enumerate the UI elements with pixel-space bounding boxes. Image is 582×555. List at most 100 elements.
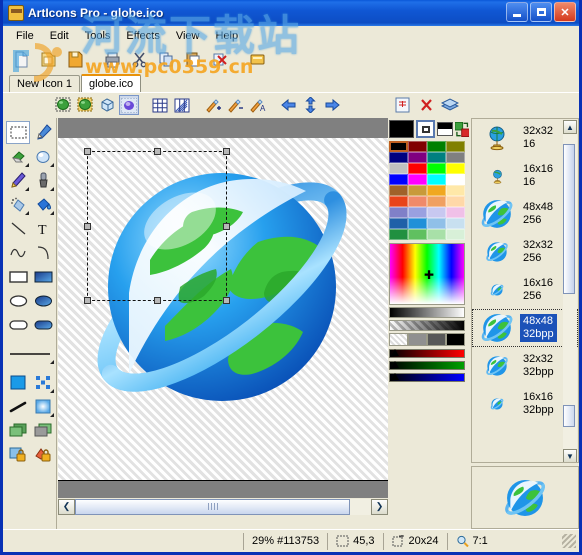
print-button[interactable] <box>100 48 124 71</box>
gradient-fill-style[interactable] <box>31 395 55 418</box>
menu-help[interactable]: Help <box>208 29 245 43</box>
menu-tools[interactable]: Tools <box>78 29 118 43</box>
scroll-right-button[interactable]: ❯ <box>371 498 388 515</box>
minimize-button[interactable] <box>506 2 528 22</box>
red-channel-slider[interactable] <box>389 349 465 358</box>
palette-swatch[interactable] <box>427 196 446 207</box>
properties-button[interactable] <box>245 48 269 71</box>
brightness-ramp[interactable] <box>389 307 465 318</box>
remove-format-button[interactable] <box>416 95 436 115</box>
scroll-left-button[interactable]: ❮ <box>58 498 75 515</box>
palette-swatch[interactable] <box>446 185 465 196</box>
foreground-color-swatch[interactable] <box>389 120 414 138</box>
alpha-chip[interactable] <box>408 333 427 346</box>
add-image-button[interactable] <box>53 95 73 115</box>
canvas-horizontal-scrollbar[interactable]: ❮ ❯ <box>58 498 388 515</box>
palette-swatch[interactable] <box>408 141 427 152</box>
rounded-rect-filled-tool[interactable] <box>31 313 55 336</box>
menu-effects[interactable]: Effects <box>119 29 166 43</box>
selection-handle-w[interactable] <box>84 223 91 230</box>
pattern-fill-style[interactable] <box>31 371 55 394</box>
airbrush-tool[interactable] <box>6 193 30 216</box>
icon-image-list[interactable]: 32x32 16 16x16 16 48x48 256 32x32 256 16… <box>471 118 579 463</box>
palette-swatch[interactable] <box>427 229 446 240</box>
blue-channel-slider[interactable] <box>389 373 465 382</box>
text-tool[interactable]: T <box>31 217 55 240</box>
palette-swatch[interactable] <box>389 207 408 218</box>
zoom-out-button[interactable] <box>225 95 245 115</box>
selection-handle-n[interactable] <box>154 148 161 155</box>
gradient-line-style[interactable] <box>6 395 30 418</box>
tab-globe-ico[interactable]: globe.ico <box>81 74 142 92</box>
palette-swatch[interactable] <box>389 141 408 152</box>
palette-swatch[interactable] <box>427 207 446 218</box>
selection-handle-e[interactable] <box>223 223 230 230</box>
swap-colors-icon[interactable] <box>454 121 469 137</box>
palette-swatch[interactable] <box>389 185 408 196</box>
hsv-color-field[interactable]: ✚ <box>389 243 465 305</box>
palette-swatch[interactable] <box>427 141 446 152</box>
menu-file[interactable]: File <box>9 29 41 43</box>
palette-swatch[interactable] <box>408 196 427 207</box>
move-left-button[interactable] <box>278 95 298 115</box>
palette-swatch[interactable] <box>427 218 446 229</box>
palette-swatch[interactable] <box>446 141 465 152</box>
palette-swatch[interactable] <box>408 207 427 218</box>
lock-alpha-button[interactable] <box>31 443 55 466</box>
brush-tool[interactable] <box>31 169 55 192</box>
slider-thumb-icon[interactable] <box>391 361 399 368</box>
rectangle-filled-tool[interactable] <box>31 265 55 288</box>
new-icon-button[interactable] <box>9 48 33 71</box>
pixel-grid-button[interactable] <box>172 95 192 115</box>
palette-swatch[interactable] <box>389 218 408 229</box>
palette-swatch[interactable] <box>427 152 446 163</box>
palette-swatch[interactable] <box>446 218 465 229</box>
save-button[interactable] <box>63 48 87 71</box>
move-vertical-button[interactable] <box>300 95 320 115</box>
ellipse-filled-tool[interactable] <box>31 289 55 312</box>
move-right-button[interactable] <box>322 95 342 115</box>
grid-button[interactable] <box>150 95 170 115</box>
palette-swatch[interactable] <box>427 174 446 185</box>
duplicate-image-button[interactable] <box>75 95 95 115</box>
icon-list-scroll-thumb-lower[interactable] <box>563 405 575 427</box>
palette-swatch[interactable] <box>389 174 408 185</box>
palette-swatch[interactable] <box>408 152 427 163</box>
palette-swatch[interactable] <box>408 163 427 174</box>
color-palette[interactable] <box>389 141 469 240</box>
transparency-button[interactable] <box>119 95 139 115</box>
palette-swatch[interactable] <box>446 152 465 163</box>
arc-tool[interactable] <box>31 241 55 264</box>
rectangle-outline-tool[interactable] <box>6 265 30 288</box>
format-button[interactable] <box>392 95 412 115</box>
paste-button[interactable] <box>181 48 205 71</box>
alpha-chip[interactable] <box>427 333 446 346</box>
palette-swatch[interactable] <box>389 196 408 207</box>
solid-fill-style[interactable] <box>6 371 30 394</box>
icon-list-scroll-track[interactable] <box>563 134 577 449</box>
background-color-swatch[interactable] <box>437 122 453 136</box>
image-3d-button[interactable] <box>97 95 117 115</box>
alpha-chip[interactable] <box>446 333 465 346</box>
curve-tool[interactable] <box>6 241 30 264</box>
auto-button[interactable]: A <box>247 95 267 115</box>
image-layer-gray[interactable] <box>31 419 55 442</box>
palette-swatch[interactable] <box>408 229 427 240</box>
resize-grip[interactable] <box>562 534 576 548</box>
icon-list-scroll-down-button[interactable]: ▼ <box>563 449 577 462</box>
select-rectangle-tool[interactable] <box>6 121 30 144</box>
icon-list-scroll-thumb[interactable] <box>563 144 575 294</box>
fill-tool[interactable] <box>31 193 55 216</box>
palette-swatch[interactable] <box>446 163 465 174</box>
color-mode-button[interactable] <box>415 120 436 138</box>
pencil-tool[interactable] <box>6 169 30 192</box>
palette-swatch[interactable] <box>389 229 408 240</box>
lock-image-button[interactable] <box>6 443 30 466</box>
palette-swatch[interactable] <box>408 185 427 196</box>
open-button[interactable] <box>36 48 60 71</box>
icon-list-scroll-up-button[interactable]: ▲ <box>563 120 577 134</box>
scroll-track[interactable] <box>75 498 371 515</box>
ellipse-outline-tool[interactable] <box>6 289 30 312</box>
edit-canvas[interactable] <box>58 138 388 480</box>
pen-tool[interactable] <box>31 121 55 144</box>
